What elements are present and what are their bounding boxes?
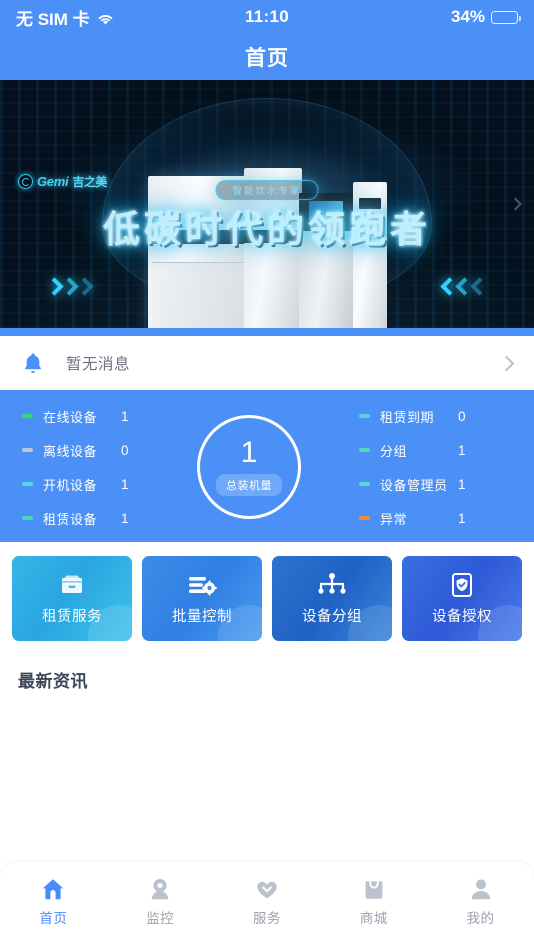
stat-value: 1 [121, 476, 129, 492]
stat-value: 1 [458, 476, 466, 492]
stat-row: 开机设备 1 [22, 475, 197, 494]
device-statistics-panel: 在线设备 1 离线设备 0 开机设备 1 租赁设备 1 1 总装机量 租赁到期 0 分组 1 设备管理… [0, 390, 534, 542]
shield-check-badge-icon [448, 572, 476, 598]
stat-row: 分组 1 [359, 441, 534, 460]
status-bar: 无 SIM 卡 11:10 34% [0, 0, 534, 34]
stat-value: 1 [121, 408, 129, 424]
stat-label: 开机设备 [43, 477, 98, 493]
chevron-right-icon[interactable] [498, 355, 515, 371]
stat-color-dash-icon [22, 448, 33, 452]
total-installed-value: 1 [240, 436, 258, 469]
stat-value: 0 [121, 442, 129, 458]
stat-color-dash-icon [22, 414, 33, 418]
banner-message-divider [0, 328, 534, 336]
action-card-label: 设备分组 [302, 608, 362, 625]
action-card-3[interactable]: 设备分组 [272, 556, 392, 641]
clock-label: 11:10 [244, 7, 290, 26]
home-icon [40, 876, 66, 902]
brand-logo: Gemi 吉之美 [18, 173, 107, 190]
stats-column-left: 在线设备 1 离线设备 0 开机设备 1 租赁设备 1 [0, 407, 197, 528]
action-card-label: 批量控制 [172, 608, 232, 625]
stat-value: 1 [121, 510, 129, 526]
action-card-label: 租赁服务 [42, 608, 102, 625]
stat-row: 租赁设备 1 [22, 509, 197, 528]
action-card-label: 设备授权 [432, 608, 492, 625]
shopping-bag-icon [361, 876, 387, 902]
battery-percent-label: 34% [450, 7, 486, 26]
tab-heart-service[interactable]: 服务 [214, 876, 321, 927]
brand-logo-en: Gemi [37, 174, 69, 189]
tab-camera-monitor[interactable]: 监控 [107, 876, 214, 927]
tab-label: 服务 [252, 911, 281, 926]
total-installed-donut: 1 总装机量 [197, 415, 301, 519]
latest-news-section: 最新资讯 [0, 657, 534, 812]
stat-value: 1 [458, 510, 466, 526]
tab-label: 监控 [146, 911, 175, 926]
battery-icon [491, 10, 522, 24]
stats-column-right: 租赁到期 0 分组 1 设备管理员 1 异常 1 [301, 407, 534, 528]
total-installed-label: 总装机量 [216, 474, 282, 496]
camera-monitor-icon [147, 876, 173, 902]
brand-logo-cn: 吉之美 [72, 175, 107, 189]
stat-label: 设备管理员 [380, 477, 448, 493]
bell-icon [22, 351, 44, 375]
stat-label: 在线设备 [43, 409, 98, 425]
latest-news-list [18, 692, 516, 812]
stat-value: 0 [458, 408, 466, 424]
heart-service-icon [254, 876, 280, 902]
chevron-left-glow-icon [440, 277, 489, 296]
stat-row: 租赁到期 0 [359, 407, 534, 426]
stat-row: 异常 1 [359, 509, 534, 528]
stat-color-dash-icon [359, 482, 370, 486]
stat-label: 离线设备 [43, 443, 98, 459]
stat-color-dash-icon [359, 414, 370, 418]
bottom-tab-bar: 首页 监控 服务 商城 我的 [0, 862, 534, 950]
carrier-label: 无 SIM 卡 [16, 9, 90, 29]
tab-home[interactable]: 首页 [0, 876, 107, 927]
stat-color-dash-icon [359, 448, 370, 452]
action-card-4[interactable]: 设备授权 [402, 556, 522, 641]
stat-row: 在线设备 1 [22, 407, 197, 426]
stat-row: 离线设备 0 [22, 441, 197, 460]
tab-label: 我的 [466, 911, 495, 926]
status-bar-right: 34% [289, 7, 522, 27]
page-title: 首页 [245, 47, 289, 70]
quick-action-grid: 租赁服务 批量控制 设备分组 设备授权 [0, 542, 534, 657]
action-card-2[interactable]: 批量控制 [142, 556, 262, 641]
stat-color-dash-icon [22, 516, 33, 520]
action-card-1[interactable]: 租赁服务 [12, 556, 132, 641]
package-box-icon [57, 572, 87, 598]
chevron-right-glow-icon [45, 277, 94, 296]
stat-row: 设备管理员 1 [359, 475, 534, 494]
stat-label: 异常 [380, 511, 408, 527]
sliders-gear-icon [186, 572, 218, 598]
promo-banner-carousel[interactable]: Gemi 吉之美 智能饮水专家 低碳时代的领跑者 [0, 80, 534, 328]
wifi-icon [97, 11, 114, 25]
status-bar-left: 无 SIM 卡 [16, 5, 245, 30]
latest-news-title: 最新资讯 [18, 672, 88, 691]
tab-label: 商城 [359, 911, 388, 926]
hierarchy-tree-icon [315, 572, 349, 598]
banner-badge: 智能饮水专家 [215, 180, 319, 200]
stat-label: 租赁到期 [380, 409, 435, 425]
tab-shopping-bag[interactable]: 商城 [320, 876, 427, 927]
stat-label: 租赁设备 [43, 511, 98, 527]
stat-color-dash-icon [359, 516, 370, 520]
stat-value: 1 [458, 442, 466, 458]
person-profile-icon [468, 876, 494, 902]
stat-label: 分组 [380, 443, 408, 459]
navigation-bar: 首页 [0, 34, 534, 80]
tab-label: 首页 [39, 911, 68, 926]
banner-headline: 低碳时代的领跑者 [103, 209, 431, 250]
stat-color-dash-icon [22, 482, 33, 486]
message-text: 暂无消息 [66, 356, 131, 373]
message-notice-bar[interactable]: 暂无消息 [0, 336, 534, 390]
brand-logo-mark-icon [18, 174, 33, 189]
tab-person-profile[interactable]: 我的 [427, 876, 534, 927]
